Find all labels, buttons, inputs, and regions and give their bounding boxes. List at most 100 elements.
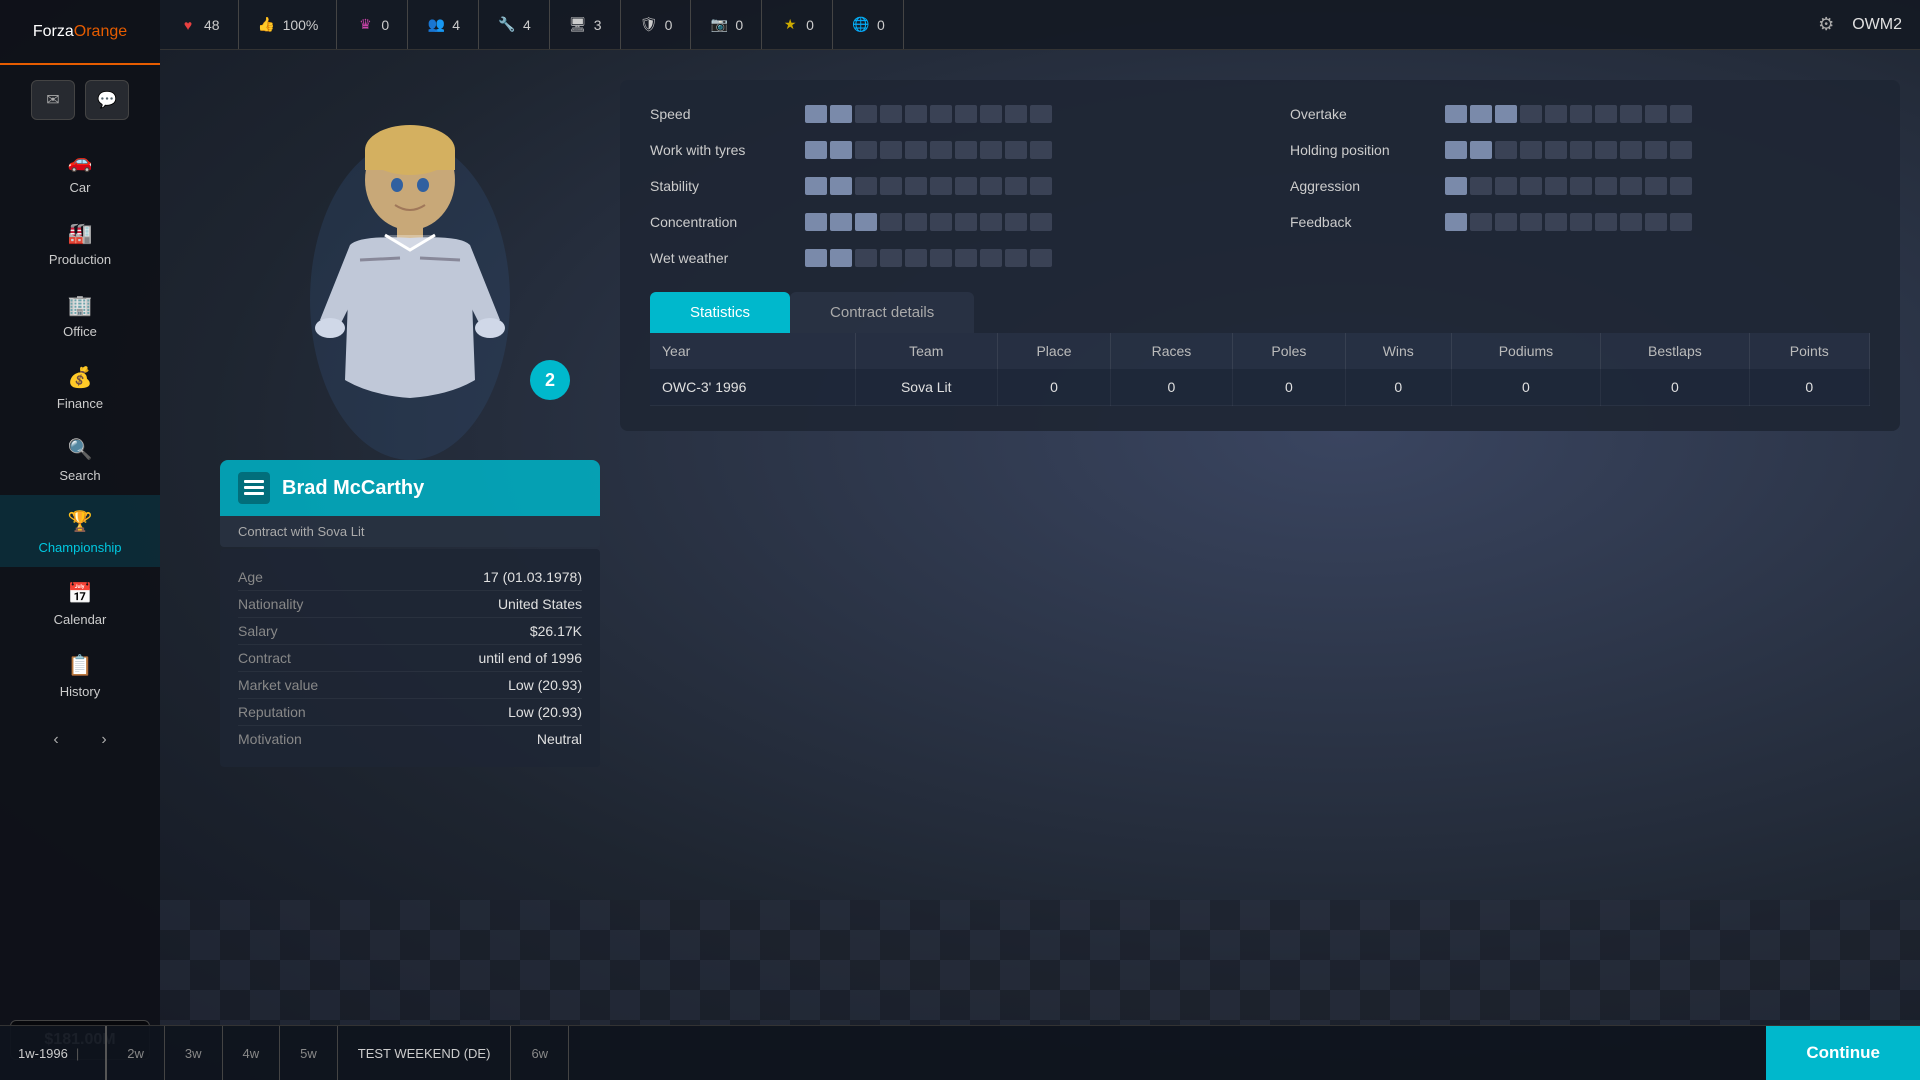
driver-figure-svg <box>300 100 520 460</box>
skill-concentration: Concentration <box>650 213 1230 231</box>
sidebar-label-finance: Finance <box>57 396 103 411</box>
row-podiums: 0 <box>1451 369 1601 406</box>
skill-wet-bars <box>805 249 1052 267</box>
sidebar-label-search: Search <box>59 468 100 483</box>
bar-segment <box>1445 141 1467 159</box>
bar-segment <box>1005 177 1027 195</box>
topbar: ♥ 48 👍 100% ♛ 0 👥 4 🔧 4 🖥 3 🛡 0 📷 0 ★ 0 … <box>160 0 1920 50</box>
continue-button[interactable]: Continue <box>1766 1026 1920 1080</box>
bar-segment <box>1620 105 1642 123</box>
bar-segment <box>1520 105 1542 123</box>
skill-aggression: Aggression <box>1290 177 1870 195</box>
camera-value: 0 <box>735 17 743 33</box>
timeline-week-3w[interactable]: 3w <box>165 1026 223 1080</box>
detail-motivation: Motivation Neutral <box>238 726 582 752</box>
people-icon: 👥 <box>426 15 446 35</box>
col-place: Place <box>997 333 1110 369</box>
topbar-wrench: 🔧 4 <box>479 0 550 49</box>
salary-label: Salary <box>238 623 278 639</box>
driver-contract: Contract with Sova Lit <box>220 516 600 547</box>
skill-tyres: Work with tyres <box>650 141 1230 159</box>
sidebar-item-history[interactable]: 📋 History <box>0 639 160 711</box>
chevron-left-btn[interactable]: ‹ <box>42 726 70 754</box>
app-logo: Forza Orange <box>0 0 160 65</box>
bar-segment <box>1570 177 1592 195</box>
logo-orange: Orange <box>74 23 127 41</box>
bar-segment <box>805 105 827 123</box>
bar-segment <box>955 141 977 159</box>
reputation-value: Low (20.93) <box>508 704 582 720</box>
bar-segment <box>1595 105 1617 123</box>
statistics-table: Year Team Place Races Poles Wins Podiums… <box>650 333 1870 406</box>
skill-feedback-bars <box>1445 213 1692 231</box>
skill-overtake-bars <box>1445 105 1692 123</box>
current-week-label: 1w-1996 <box>18 1046 68 1061</box>
topbar-star: ★ 0 <box>762 0 833 49</box>
topbar-hearts: ♥ 48 <box>160 0 239 49</box>
timeline-test-weekend[interactable]: TEST WEEKEND (DE) <box>338 1026 512 1080</box>
bar-segment <box>880 177 902 195</box>
driver-name-bar: Brad McCarthy <box>220 460 600 516</box>
history-icon: 📋 <box>66 651 94 679</box>
tab-statistics[interactable]: Statistics <box>650 292 790 333</box>
timeline-week-4w[interactable]: 4w <box>223 1026 281 1080</box>
sidebar-item-car[interactable]: 🚗 Car <box>0 135 160 207</box>
username-label: OWM2 <box>1852 16 1902 34</box>
table-row: OWC-3' 1996 Sova Lit 0 0 0 0 0 0 0 <box>650 369 1870 406</box>
bar-segment <box>1545 105 1567 123</box>
bar-segment <box>1545 141 1567 159</box>
skill-holding: Holding position <box>1290 141 1870 159</box>
sidebar-item-calendar[interactable]: 📅 Calendar <box>0 567 160 639</box>
mail-icon-btn[interactable]: ✉ <box>31 80 75 120</box>
sidebar-item-search[interactable]: 🔍 Search <box>0 423 160 495</box>
skill-stability: Stability <box>650 177 1230 195</box>
skill-speed: Speed <box>650 105 1230 123</box>
timeline-week-2w[interactable]: 2w <box>107 1026 165 1080</box>
sidebar-label-calendar: Calendar <box>54 612 107 627</box>
bar-segment <box>1670 177 1692 195</box>
star-icon: ★ <box>780 15 800 35</box>
bar-segment <box>880 105 902 123</box>
skill-feedback: Feedback <box>1290 213 1870 231</box>
bar-segment <box>880 249 902 267</box>
bar-segment <box>1670 105 1692 123</box>
sidebar-item-production[interactable]: 🏭 Production <box>0 207 160 279</box>
bar-segment <box>1030 213 1052 231</box>
skill-holding-label: Holding position <box>1290 142 1430 158</box>
sidebar-item-office[interactable]: 🏢 Office <box>0 279 160 351</box>
bar-segment <box>855 213 877 231</box>
bar-segment <box>955 213 977 231</box>
skill-feedback-label: Feedback <box>1290 214 1430 230</box>
row-bestlaps: 0 <box>1601 369 1749 406</box>
timeline-week-6w[interactable]: 6w <box>511 1026 569 1080</box>
bar-segment <box>1470 213 1492 231</box>
chat-icon-btn[interactable]: 💬 <box>85 80 129 120</box>
production-icon: 🏭 <box>66 219 94 247</box>
sidebar-label-production: Production <box>49 252 111 267</box>
bar-segment <box>980 213 1002 231</box>
sidebar-label-championship: Championship <box>38 540 121 555</box>
globe-value: 0 <box>877 17 885 33</box>
contract-value: until end of 1996 <box>478 650 582 666</box>
motivation-value: Neutral <box>537 731 582 747</box>
skill-tyres-label: Work with tyres <box>650 142 790 158</box>
tab-contract-details[interactable]: Contract details <box>790 292 974 333</box>
bar-segment <box>805 177 827 195</box>
bar-segment <box>1545 213 1567 231</box>
bar-segment <box>1030 105 1052 123</box>
crown-icon: ♛ <box>355 15 375 35</box>
bar-segment <box>1470 177 1492 195</box>
sidebar-nav: 🚗 Car 🏭 Production 🏢 Office 💰 Finance 🔍 … <box>0 135 160 711</box>
settings-icon-btn[interactable]: ⚙ <box>1810 9 1842 41</box>
calendar-icon: 📅 <box>66 579 94 607</box>
stats-panel: Speed Overtake Work with tyres Holding p… <box>620 80 1900 431</box>
sidebar-item-finance[interactable]: 💰 Finance <box>0 351 160 423</box>
row-place: 0 <box>997 369 1110 406</box>
bar-segment <box>1595 141 1617 159</box>
bar-segment <box>1570 105 1592 123</box>
sidebar-action-icons: ✉ 💬 <box>31 65 129 130</box>
row-wins: 0 <box>1345 369 1451 406</box>
timeline-week-5w[interactable]: 5w <box>280 1026 338 1080</box>
chevron-right-btn[interactable]: › <box>90 726 118 754</box>
sidebar-item-championship[interactable]: 🏆 Championship <box>0 495 160 567</box>
